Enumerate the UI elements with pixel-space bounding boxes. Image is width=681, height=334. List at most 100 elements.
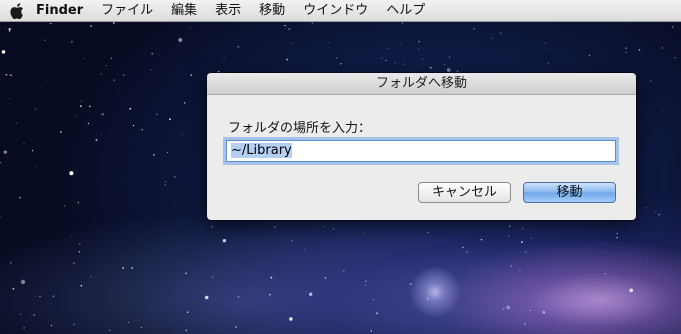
- star: [169, 118, 171, 121]
- star: [223, 56, 225, 58]
- star: [625, 51, 627, 53]
- star: [167, 152, 169, 153]
- star: [547, 62, 549, 64]
- star: [122, 74, 125, 76]
- star: [69, 171, 74, 176]
- star: [70, 235, 72, 237]
- star: [284, 24, 286, 27]
- star: [522, 228, 524, 230]
- star: [466, 251, 468, 253]
- star: [20, 313, 22, 315]
- star: [185, 329, 187, 331]
- star: [90, 276, 92, 278]
- star: [661, 110, 663, 112]
- star: [35, 166, 37, 167]
- star: [508, 225, 511, 227]
- star: [129, 119, 130, 121]
- star: [429, 66, 432, 69]
- star: [0, 216, 1, 218]
- star: [174, 176, 176, 178]
- star: [3, 150, 7, 154]
- star: [400, 42, 402, 44]
- star: [508, 235, 510, 237]
- star: [100, 73, 102, 75]
- star: [645, 207, 647, 209]
- star: [473, 27, 476, 30]
- star: [23, 142, 25, 144]
- star: [105, 65, 107, 67]
- go-button[interactable]: 移動: [523, 182, 616, 203]
- star: [79, 243, 81, 245]
- star: [80, 100, 82, 102]
- star: [616, 232, 618, 235]
- star: [427, 231, 429, 234]
- menu-finder[interactable]: Finder: [34, 0, 92, 22]
- star: [449, 56, 451, 58]
- star: [59, 130, 63, 134]
- star: [39, 295, 41, 298]
- star: [370, 330, 372, 332]
- star: [672, 26, 674, 28]
- apple-menu-icon[interactable]: [0, 2, 34, 19]
- star: [529, 309, 532, 312]
- star: [625, 47, 627, 49]
- star: [129, 107, 132, 110]
- star: [456, 70, 459, 72]
- star: [1, 50, 6, 54]
- menu-bar: Finder ファイル 編集 表示 移動 ウインドウ ヘルプ: [0, 0, 681, 22]
- star: [189, 27, 191, 29]
- star: [151, 52, 154, 55]
- menu-go[interactable]: 移動: [250, 0, 294, 22]
- star: [309, 292, 313, 296]
- star: [64, 205, 65, 207]
- go-to-folder-dialog: フォルダへ移動 フォルダの場所を入力： ~/Library キャンセル 移動: [207, 73, 636, 220]
- star: [132, 124, 135, 127]
- star: [73, 323, 75, 326]
- star: [50, 324, 53, 327]
- star: [343, 270, 345, 272]
- star: [462, 246, 464, 249]
- star: [524, 251, 527, 253]
- folder-path-input[interactable]: ~/Library: [226, 140, 616, 162]
- star: [418, 40, 420, 43]
- star: [604, 272, 607, 275]
- star: [87, 122, 90, 125]
- menu-file[interactable]: ファイル: [92, 0, 162, 22]
- star: [153, 153, 155, 156]
- star: [376, 312, 378, 315]
- star: [653, 159, 655, 161]
- star: [305, 290, 307, 293]
- star: [510, 265, 512, 267]
- star: [46, 79, 48, 81]
- star: [336, 57, 338, 59]
- star: [15, 122, 17, 124]
- star: [289, 317, 293, 321]
- star: [23, 327, 25, 329]
- folder-path-label: フォルダの場所を入力：: [228, 121, 372, 136]
- star: [650, 80, 652, 82]
- star: [182, 133, 183, 135]
- star: [18, 211, 20, 213]
- menu-view[interactable]: 表示: [206, 0, 250, 22]
- star: [548, 49, 550, 51]
- star: [588, 54, 591, 57]
- star: [165, 181, 166, 183]
- star: [291, 239, 293, 242]
- star: [495, 287, 497, 288]
- star: [178, 38, 183, 42]
- star: [4, 27, 6, 29]
- star: [131, 267, 133, 269]
- menu-edit[interactable]: 編集: [162, 0, 206, 22]
- menu-window[interactable]: ウインドウ: [294, 0, 377, 22]
- star: [125, 39, 127, 41]
- star: [110, 57, 112, 59]
- star: [75, 115, 76, 117]
- star: [646, 257, 648, 259]
- menu-help[interactable]: ヘルプ: [377, 0, 434, 22]
- star: [20, 279, 26, 285]
- dialog-title: フォルダへ移動: [207, 73, 636, 95]
- star: [364, 232, 366, 234]
- star: [304, 249, 306, 250]
- star: [654, 211, 656, 213]
- cancel-button[interactable]: キャンセル: [418, 182, 511, 203]
